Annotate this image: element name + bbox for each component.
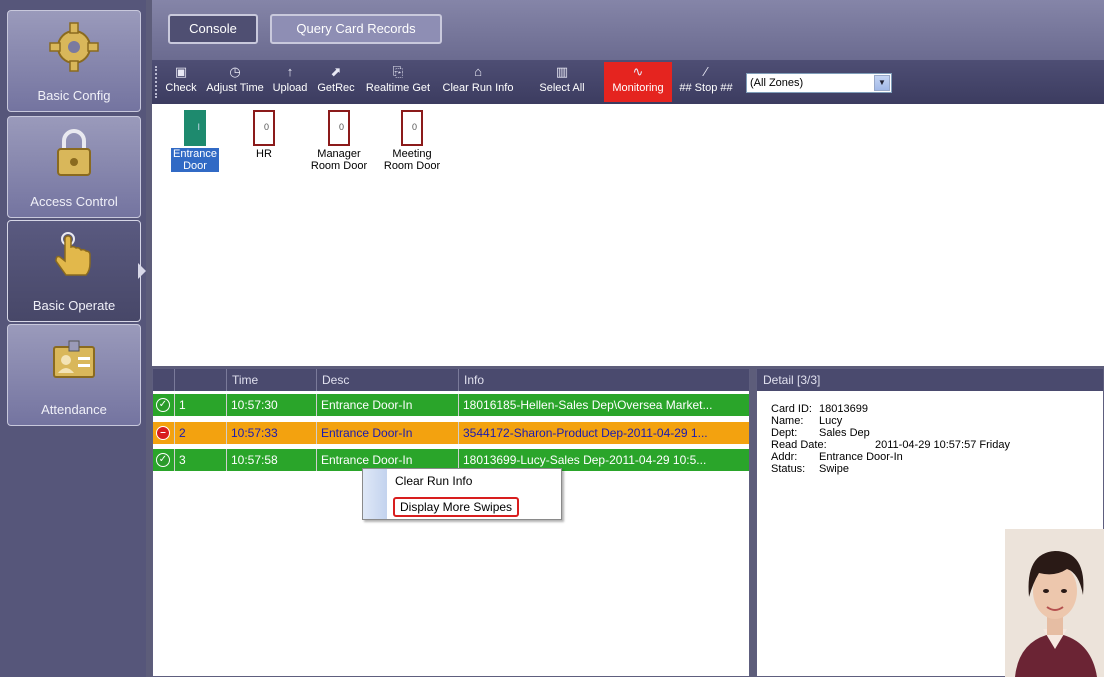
stop-button[interactable]: ⁄ ## Stop ## — [674, 62, 738, 102]
getrec-button[interactable]: ⬈ GetRec — [314, 62, 358, 102]
sidebar-item-basic-operate[interactable]: Basic Operate — [7, 220, 146, 322]
column-header-desc[interactable]: Desc — [317, 369, 459, 391]
get-records-icon: ⬈ — [330, 64, 342, 79]
sidebar-item-basic-config[interactable]: Basic Config — [7, 10, 141, 112]
door-closed-icon: 0 — [328, 110, 350, 146]
table-row[interactable]: – 2 10:57:33 Entrance Door-In 3544172-Sh… — [153, 422, 749, 444]
door-entrance[interactable]: I Entrance Door — [158, 110, 232, 172]
door-label: Entrance Door — [170, 148, 220, 172]
monitoring-button[interactable]: ∿ Monitoring — [604, 62, 672, 102]
tab-query-card-records[interactable]: Query Card Records — [270, 14, 442, 44]
sidebar-item-label: Basic Config — [37, 88, 111, 103]
table-row[interactable]: ✓ 1 10:57:30 Entrance Door-In 18016185-H… — [153, 394, 749, 416]
check-icon: ✓ — [156, 398, 170, 412]
row-number: 1 — [175, 394, 227, 416]
menu-gutter — [363, 469, 387, 519]
row-desc: Entrance Door-In — [317, 394, 459, 416]
door-hr[interactable]: 0 HR — [227, 110, 301, 160]
row-time: 10:57:33 — [227, 422, 317, 444]
toolbar-grip[interactable] — [155, 66, 158, 98]
error-icon: – — [156, 426, 170, 440]
detail-title: Detail [3/3] — [757, 369, 1103, 391]
door-closed-icon: 0 — [401, 110, 423, 146]
zone-select-value: (All Zones) — [750, 77, 804, 89]
detail-dept: Dept: Sales Dep — [771, 427, 870, 439]
column-header-info[interactable]: Info — [459, 369, 749, 391]
grid-header: Time Desc Info — [153, 369, 749, 391]
id-card-icon — [53, 340, 95, 378]
check-icon: ✓ — [156, 453, 170, 467]
toolbar: ▣ Check ◷ Adjust Time ↑ Upload ⬈ GetRec … — [152, 60, 1104, 104]
stop-icon: ⁄ — [704, 64, 708, 79]
detail-card-id: Card ID: 18013699 — [771, 403, 868, 415]
sidebar: Basic Config Access Control Basic Operat… — [0, 0, 146, 677]
hand-pointer-icon — [55, 232, 91, 276]
sidebar-item-access-control[interactable]: Access Control — [7, 116, 141, 218]
door-label: HR — [256, 148, 272, 160]
detail-addr: Addr: Entrance Door-In — [771, 451, 903, 463]
sidebar-item-label: Access Control — [30, 194, 118, 209]
select-all-button[interactable]: ▥ Select All — [522, 62, 602, 102]
realtime-icon: ⎘ — [392, 64, 404, 79]
door-closed-icon: 0 — [253, 110, 275, 146]
door-meeting-room[interactable]: 0 Meeting Room Door — [375, 110, 449, 172]
row-info: 3544172-Sharon-Product Dep-2011-04-29 1.… — [463, 426, 708, 440]
row-desc: Entrance Door-In — [317, 422, 459, 444]
clear-run-info-button[interactable]: ⌂ Clear Run Info — [438, 62, 518, 102]
context-menu: Clear Run Info Display More Swipes — [362, 468, 562, 520]
door-label: Manager Room Door — [310, 148, 368, 172]
zone-select[interactable]: (All Zones) ▼ — [746, 73, 892, 93]
door-open-icon: I — [184, 110, 206, 146]
column-header-status[interactable] — [153, 369, 175, 391]
row-number: 3 — [175, 449, 227, 471]
doc-icon: ▣ — [174, 64, 188, 79]
detail-read-date: Read Date: 2011-04-29 10:57:57 Friday — [771, 439, 1010, 451]
select-all-icon: ▥ — [555, 64, 569, 79]
tab-console[interactable]: Console — [168, 14, 258, 44]
adjust-time-button[interactable]: ◷ Adjust Time — [204, 62, 266, 102]
door-manager-room[interactable]: 0 Manager Room Door — [302, 110, 376, 172]
menu-item-clear-run-info[interactable]: Clear Run Info — [395, 474, 472, 488]
chevron-down-icon[interactable]: ▼ — [874, 75, 890, 91]
row-time: 10:57:30 — [227, 394, 317, 416]
tab-strip: Console Query Card Records — [152, 0, 1104, 60]
sidebar-item-label: Attendance — [41, 402, 107, 417]
menu-item-display-more-swipes[interactable]: Display More Swipes — [393, 497, 520, 517]
detail-status: Status: Swipe — [771, 463, 849, 475]
check-button[interactable]: ▣ Check — [162, 62, 200, 102]
row-info: 18016185-Hellen-Sales Dep\Oversea Market… — [463, 398, 713, 412]
monitor-wave-icon: ∿ — [632, 64, 644, 79]
person-photo — [1005, 529, 1104, 677]
detail-name: Name: Lucy — [771, 415, 843, 427]
column-header-num[interactable] — [175, 369, 227, 391]
detail-panel: Detail [3/3] Card ID: 18013699 Name: Lucy … — [756, 368, 1104, 677]
door-area: I Entrance Door 0 HR 0 Manager Room Door… — [152, 104, 1104, 366]
realtime-get-button[interactable]: ⎘ Realtime Get — [362, 62, 434, 102]
row-time: 10:57:58 — [227, 449, 317, 471]
sidebar-item-attendance[interactable]: Attendance — [7, 324, 141, 426]
records-grid: Time Desc Info ✓ 1 10:57:30 Entrance Doo… — [152, 368, 750, 677]
upload-button[interactable]: ↑ Upload — [270, 62, 310, 102]
clock-icon: ◷ — [229, 64, 241, 79]
sidebar-item-label: Basic Operate — [32, 298, 116, 313]
upload-arrow-icon: ↑ — [286, 64, 294, 79]
padlock-icon — [57, 129, 91, 176]
door-label: Meeting Room Door — [383, 148, 441, 172]
trash-icon: ⌂ — [474, 64, 482, 79]
column-header-time[interactable]: Time — [227, 369, 317, 391]
active-indicator — [138, 263, 146, 279]
row-number: 2 — [175, 422, 227, 444]
gear-icon — [49, 22, 99, 72]
